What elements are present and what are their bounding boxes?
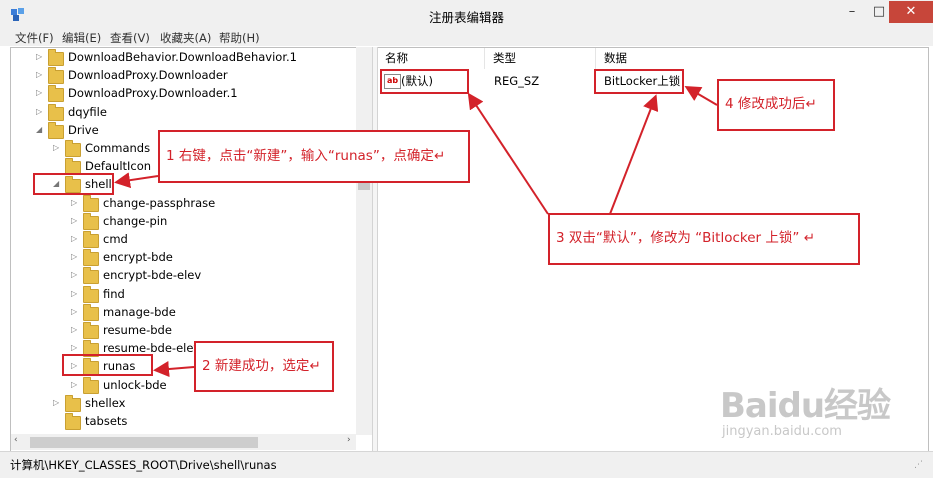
arrow-step4 (684, 85, 718, 106)
arrow-step1 (114, 172, 159, 189)
arrow-step3-to-default (467, 92, 549, 215)
callout-step4: 4 修改成功后↵ (717, 79, 835, 131)
arrow-step2 (153, 361, 195, 378)
arrow-step3-to-data (609, 94, 659, 215)
callout-step1: 1 右键，点击“新建”，输入“runas”，点确定↵ (158, 130, 470, 183)
callout-step2: 2 新建成功，选定↵ (194, 341, 334, 392)
callout-step3: 3 双击“默认”，修改为 “Bitlocker 上锁” ↵ (548, 213, 860, 265)
